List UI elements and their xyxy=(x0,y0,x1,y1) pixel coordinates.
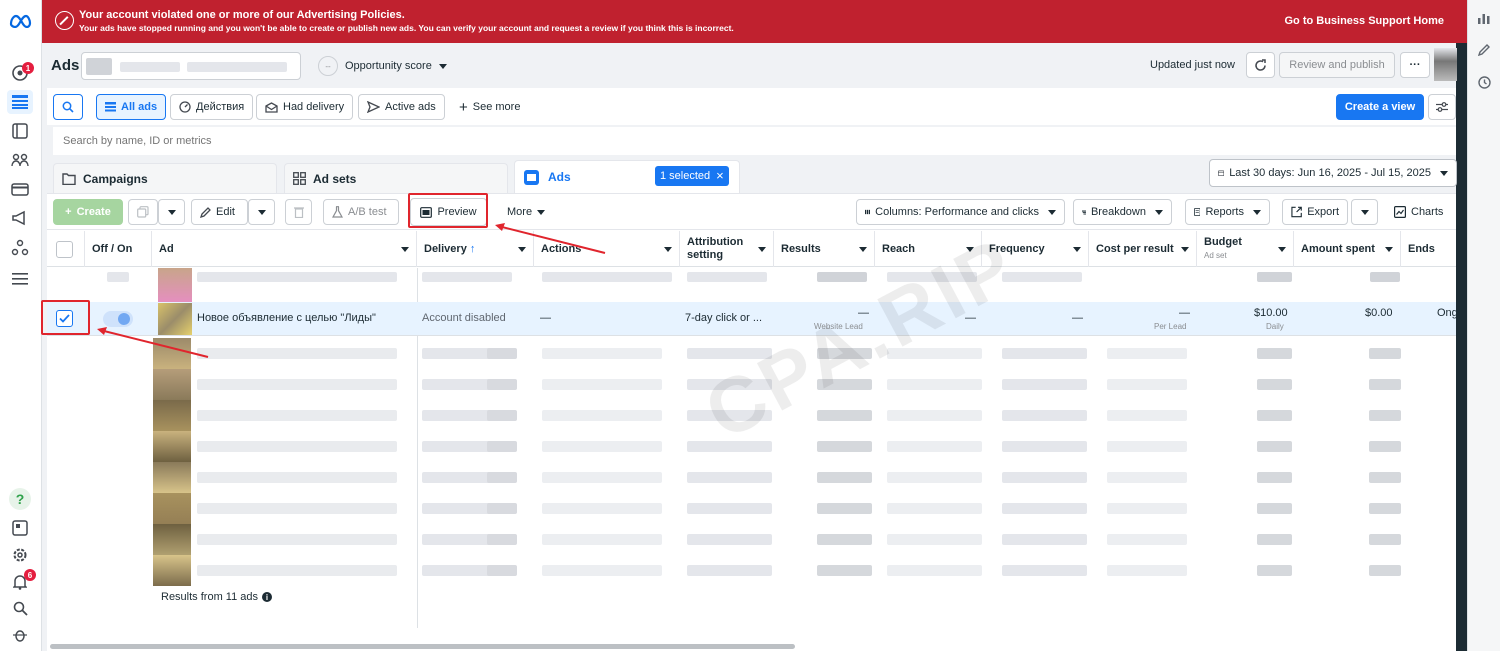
annotation-arrows xyxy=(97,223,606,358)
